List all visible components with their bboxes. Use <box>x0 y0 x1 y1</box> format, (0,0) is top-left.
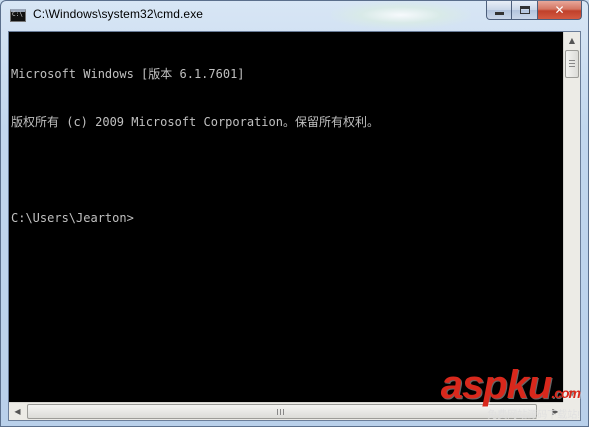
grip-line <box>569 63 575 64</box>
watermark-brand: aspku <box>440 363 553 407</box>
scroll-left-arrow-icon[interactable]: ◀ <box>9 403 26 420</box>
grip-line <box>283 409 284 415</box>
vertical-scroll-thumb[interactable] <box>565 50 579 78</box>
watermark-domain: .com <box>551 385 581 401</box>
grip-line <box>277 409 278 415</box>
maximize-button[interactable] <box>512 1 538 20</box>
scroll-up-arrow-icon[interactable]: ▲ <box>564 32 580 49</box>
grip-line <box>280 409 281 415</box>
cmd-window: C:\Windows\system32\cmd.exe ✕ Microsoft … <box>0 0 589 427</box>
console-prompt: C:\Users\Jearton> <box>11 211 134 225</box>
maximize-icon <box>519 6 530 14</box>
grip-line <box>569 60 575 61</box>
caption-buttons: ✕ <box>486 1 582 21</box>
console-line: 版权所有 (c) 2009 Microsoft Corporation。保留所有… <box>11 115 379 129</box>
console-output[interactable]: Microsoft Windows [版本 6.1.7601] 版权所有 (c)… <box>9 32 564 402</box>
watermark-logo: aspku.com <box>440 363 581 412</box>
cmd-icon[interactable] <box>10 9 26 22</box>
grip-line <box>569 66 575 67</box>
console-line: Microsoft Windows [版本 6.1.7601] <box>11 67 245 81</box>
title-bar[interactable]: C:\Windows\system32\cmd.exe ✕ <box>1 1 588 31</box>
minimize-button[interactable] <box>486 1 512 20</box>
minimize-icon <box>494 11 504 15</box>
watermark: aspku.com 免费网站源码下载站! <box>440 363 581 422</box>
close-icon: ✕ <box>554 3 565 17</box>
vertical-scrollbar[interactable]: ▲ ▼ <box>563 32 580 402</box>
window-title: C:\Windows\system32\cmd.exe <box>33 7 204 21</box>
close-button[interactable]: ✕ <box>538 1 582 20</box>
